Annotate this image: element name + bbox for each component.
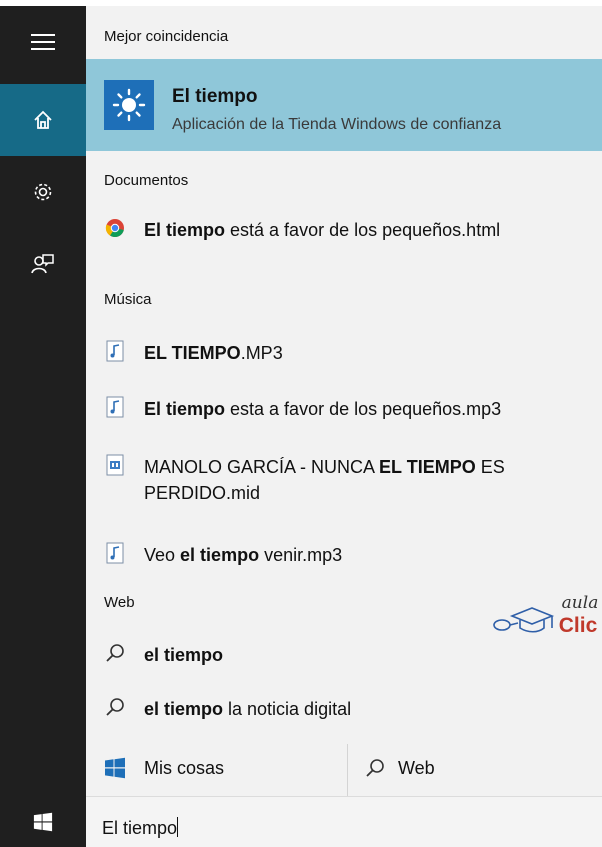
aulaclic-logo: aula Clic bbox=[493, 593, 599, 637]
search-box[interactable]: El tiempo bbox=[86, 796, 602, 847]
document-result-text: El tiempo está a favor de los pequeños.h… bbox=[144, 220, 501, 240]
windows-logo-icon bbox=[33, 812, 53, 831]
best-match-title: El tiempo bbox=[172, 86, 258, 107]
music-result-text: MANOLO GARCÍA - NUNCA EL TIEMPO ES PERDI… bbox=[144, 457, 505, 503]
windows-logo-icon bbox=[105, 757, 125, 779]
web-result[interactable]: el tiempo bbox=[104, 642, 223, 668]
home-button[interactable] bbox=[0, 84, 86, 156]
best-match-subtitle: Aplicación de la Tienda Windows de confi… bbox=[172, 116, 502, 133]
best-match-item[interactable]: El tiempo Aplicación de la Tienda Window… bbox=[86, 59, 602, 151]
home-icon bbox=[34, 110, 52, 129]
music-heading: Música bbox=[104, 291, 152, 308]
logo-text-aula: aula bbox=[562, 593, 599, 613]
logo-text-clic: Clic bbox=[559, 614, 598, 637]
midi-file-icon bbox=[106, 454, 124, 476]
web-result-text: el tiempo bbox=[144, 645, 224, 665]
document-result[interactable]: El tiempo está a favor de los pequeños.h… bbox=[104, 217, 500, 243]
tab-divider bbox=[347, 744, 348, 796]
music-result[interactable]: Veo el tiempo venir.mp3 bbox=[104, 542, 342, 568]
start-button[interactable] bbox=[0, 796, 86, 847]
tab-web[interactable]: Web bbox=[364, 757, 435, 779]
tab-my-stuff-label: Mis cosas bbox=[144, 757, 225, 778]
settings-button[interactable] bbox=[0, 156, 86, 228]
hamburger-icon bbox=[31, 34, 55, 50]
results-panel: Mejor coincidencia El tiempo Aplicación … bbox=[86, 6, 602, 796]
feedback-icon bbox=[31, 254, 54, 274]
documents-heading: Documentos bbox=[104, 172, 189, 189]
web-heading: Web bbox=[104, 594, 135, 611]
search-input-value: El tiempo bbox=[102, 818, 178, 838]
music-result-text: EL TIEMPO.MP3 bbox=[144, 343, 283, 363]
best-match-heading: Mejor coincidencia bbox=[104, 28, 229, 45]
music-result-text: El tiempo esta a favor de los pequeños.m… bbox=[144, 399, 502, 419]
web-result[interactable]: el tiempo la noticia digital bbox=[104, 696, 351, 722]
gear-icon bbox=[34, 183, 52, 201]
weather-app-icon bbox=[104, 80, 154, 130]
music-result-text: Veo el tiempo venir.mp3 bbox=[144, 545, 343, 565]
feedback-button[interactable] bbox=[0, 228, 86, 300]
chrome-icon bbox=[105, 219, 124, 238]
tab-web-label: Web bbox=[398, 757, 435, 778]
audio-file-icon bbox=[106, 542, 124, 564]
search-icon bbox=[106, 698, 124, 716]
audio-file-icon bbox=[106, 396, 124, 418]
search-icon bbox=[106, 644, 124, 662]
search-icon bbox=[366, 759, 384, 777]
sun-icon bbox=[112, 88, 146, 122]
music-result[interactable]: EL TIEMPO.MP3 bbox=[104, 340, 283, 366]
search-input[interactable]: El tiempo bbox=[102, 817, 179, 839]
text-caret bbox=[177, 817, 179, 837]
web-result-text: el tiempo la noticia digital bbox=[144, 699, 352, 719]
music-result[interactable]: El tiempo esta a favor de los pequeños.m… bbox=[104, 396, 501, 422]
cortana-sidebar bbox=[0, 6, 86, 796]
hamburger-menu-button[interactable] bbox=[0, 6, 86, 78]
tab-my-stuff[interactable]: Mis cosas bbox=[104, 757, 224, 779]
music-result[interactable]: MANOLO GARCÍA - NUNCA EL TIEMPO ES PERDI… bbox=[104, 454, 584, 506]
audio-file-icon bbox=[106, 340, 124, 362]
